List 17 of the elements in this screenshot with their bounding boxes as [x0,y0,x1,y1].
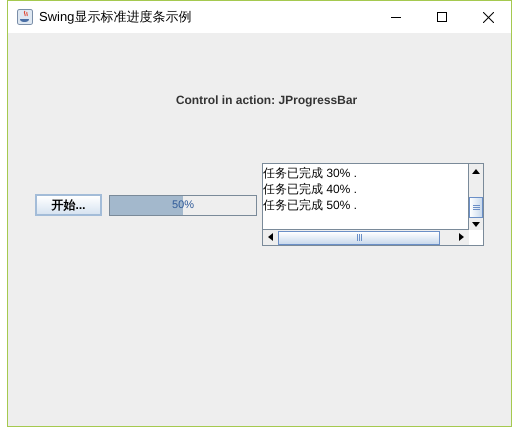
scroll-thumb[interactable] [278,230,440,244]
window-title: Swing显示标准进度条示例 [39,8,192,26]
start-button[interactable]: 开始... [35,194,102,216]
progress-text: 50% [170,198,196,214]
maximize-icon [437,12,447,22]
grip-icon [356,234,362,241]
log-line: 任务已完成 40% . [263,181,358,197]
minimize-icon [391,16,401,18]
scroll-thumb[interactable] [469,197,483,218]
heading-label: Control in action: JProgressBar [176,92,358,109]
log-line: 任务已完成 30% . [263,165,358,181]
log-line: 任务已完成 50% . [263,197,358,213]
vertical-scrollbar[interactable] [468,164,483,230]
java-cup-icon [17,9,33,25]
close-icon [482,12,494,22]
horizontal-scrollbar[interactable] [263,229,469,245]
grip-icon [472,205,480,210]
